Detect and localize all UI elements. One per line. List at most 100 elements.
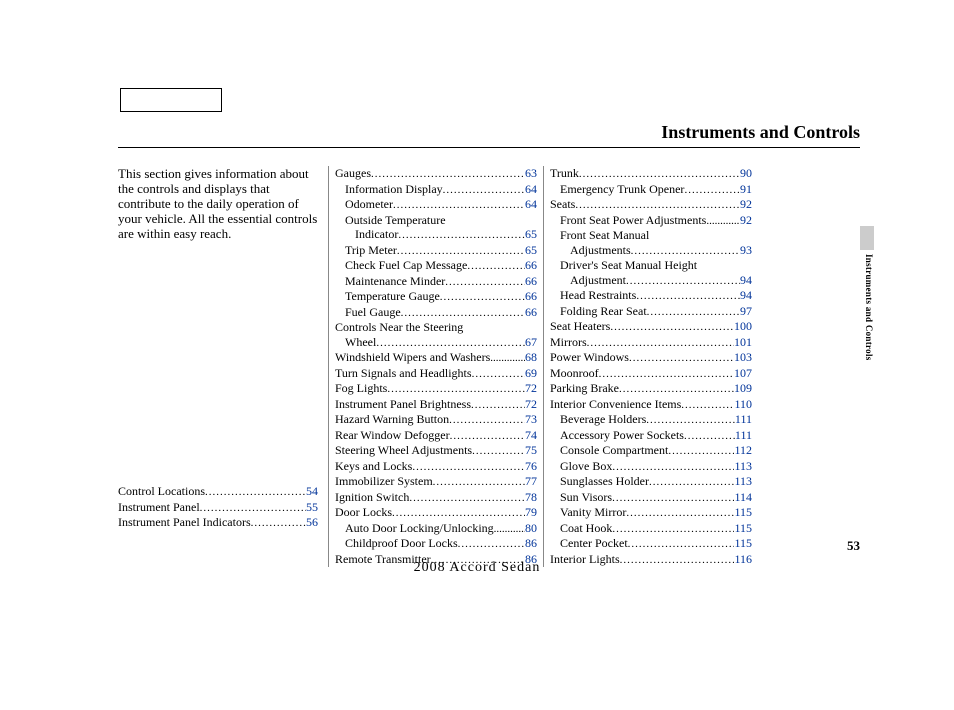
toc-page-link[interactable]: 66 xyxy=(525,289,537,304)
toc-entry-label: Information Display xyxy=(345,182,443,197)
toc-entry-label: Ignition Switch xyxy=(335,490,409,505)
toc-entry: Interior Convenience Items 110 xyxy=(550,397,752,413)
toc-page-link[interactable]: 91 xyxy=(740,182,752,197)
toc-leader-dots xyxy=(681,397,734,413)
toc-page-link[interactable]: 69 xyxy=(525,366,537,381)
toc-page-link[interactable]: 115 xyxy=(734,505,752,520)
toc-page-link[interactable]: 75 xyxy=(525,443,537,458)
column-2: Gauges 63Information Display 64Odometer … xyxy=(328,166,543,567)
toc-entry: Console Compartment 112 xyxy=(550,443,752,459)
toc-entry-label: Glove Box xyxy=(560,459,612,474)
toc-page-link[interactable]: 97 xyxy=(740,304,752,319)
toc-entry-label: Accessory Power Sockets xyxy=(560,428,684,443)
toc-page-link[interactable]: 93 xyxy=(740,243,752,258)
toc-leader-dots xyxy=(610,319,734,335)
toc-entry: Front Seat Manual xyxy=(550,228,752,243)
toc-page-link[interactable]: 94 xyxy=(740,288,752,303)
toc-entry-label: Gauges xyxy=(335,166,371,181)
toc-page-link[interactable]: 115 xyxy=(734,521,752,536)
toc-entry-label: Coat Hook xyxy=(560,521,612,536)
toc-page-link[interactable]: 66 xyxy=(525,258,537,273)
toc-page-link[interactable]: 77 xyxy=(525,474,537,489)
toc-entry: Gauges 63 xyxy=(335,166,537,182)
toc-page-link[interactable]: 92 xyxy=(740,197,752,212)
toc-page-link[interactable]: 111 xyxy=(735,428,752,443)
toc-page-link[interactable]: 86 xyxy=(525,536,537,551)
toc-page-link[interactable]: 74 xyxy=(525,428,537,443)
toc-page-link[interactable]: 73 xyxy=(525,412,537,427)
toc-page-link[interactable]: 90 xyxy=(740,166,752,181)
toc-page-link[interactable]: 63 xyxy=(525,166,537,181)
toc-page-link[interactable]: 114 xyxy=(734,490,752,505)
toc-entry: Vanity Mirror 115 xyxy=(550,505,752,521)
toc-entry: Moonroof 107 xyxy=(550,366,752,382)
toc-leader-dots xyxy=(387,381,525,397)
toc-entry-label: Check Fuel Cap Message xyxy=(345,258,467,273)
toc-page-link[interactable]: 65 xyxy=(525,243,537,258)
toc-page-link[interactable]: 100 xyxy=(734,319,752,334)
toc-entry: Sun Visors 114 xyxy=(550,490,752,506)
toc-page-link[interactable]: 78 xyxy=(525,490,537,505)
side-tab xyxy=(860,226,874,250)
toc-entry-label: Fog Lights xyxy=(335,381,387,396)
toc-leader-dots xyxy=(684,182,740,198)
toc-page-link[interactable]: 101 xyxy=(734,335,752,350)
toc-page-link[interactable]: 54 xyxy=(306,484,318,499)
toc-page-link[interactable]: 76 xyxy=(525,459,537,474)
toc-entry-label: Parking Brake xyxy=(550,381,619,396)
toc-entry: Hazard Warning Button 73 xyxy=(335,412,537,428)
toc-entry: Turn Signals and Headlights 69 xyxy=(335,366,537,382)
toc-entry-label: Hazard Warning Button xyxy=(335,412,449,427)
toc-leader-dots xyxy=(433,474,525,490)
toc-page-link[interactable]: 115 xyxy=(734,536,752,551)
toc-leader-dots xyxy=(599,366,734,382)
toc-entry: Control Locations 54 xyxy=(118,484,318,500)
toc-page-link[interactable]: 80 xyxy=(525,521,537,536)
toc-entry: Seats 92 xyxy=(550,197,752,213)
toc-page-link[interactable]: 67 xyxy=(525,335,537,350)
toc-entry-label: Steering Wheel Adjustments xyxy=(335,443,472,458)
page-number: 53 xyxy=(847,538,860,554)
toc-leader-dots xyxy=(458,536,525,552)
toc-entry: Head Restraints 94 xyxy=(550,288,752,304)
toc-entry: Immobilizer System 77 xyxy=(335,474,537,490)
column-1: This section gives information about the… xyxy=(118,166,328,567)
toc-entry-label: Fuel Gauge xyxy=(345,305,401,320)
toc-page-link[interactable]: 66 xyxy=(525,274,537,289)
toc-page-link[interactable]: 79 xyxy=(525,505,537,520)
side-section-label: Instruments and Controls xyxy=(862,254,874,361)
toc-entry: Steering Wheel Adjustments 75 xyxy=(335,443,537,459)
toc-leader-dots xyxy=(409,490,525,506)
toc-entry-label: Adjustment xyxy=(570,273,626,288)
toc-page-link[interactable]: 112 xyxy=(734,443,752,458)
toc-page-link[interactable]: 72 xyxy=(525,397,537,412)
toc-page-link[interactable]: 107 xyxy=(734,366,752,381)
toc-page-link[interactable]: 68 xyxy=(525,350,537,365)
toc-entry: Trip Meter 65 xyxy=(335,243,537,259)
toc-page-link[interactable]: 113 xyxy=(734,459,752,474)
toc-page-link[interactable]: 72 xyxy=(525,381,537,396)
toc-leader-dots xyxy=(398,227,525,243)
column-1-spacer xyxy=(118,241,318,484)
toc-page-link[interactable]: 64 xyxy=(525,182,537,197)
toc-page-link[interactable]: 92 xyxy=(740,213,752,228)
toc-page-link[interactable]: 55 xyxy=(306,500,318,515)
toc-page-link[interactable]: 109 xyxy=(734,381,752,396)
toc-page-link[interactable]: 94 xyxy=(740,273,752,288)
toc-page-link[interactable]: 64 xyxy=(525,197,537,212)
toc-leader-dots xyxy=(629,350,734,366)
toc-entry-label: Instrument Panel Indicators xyxy=(118,515,251,530)
toc-page-link[interactable]: 113 xyxy=(734,474,752,489)
toc-page-link[interactable]: 66 xyxy=(525,305,537,320)
toc-page-link[interactable]: 110 xyxy=(734,397,752,412)
toc-entry: Temperature Gauge 66 xyxy=(335,289,537,305)
toc-page-link[interactable]: 111 xyxy=(735,412,752,427)
toc-page-link[interactable]: 65 xyxy=(525,227,537,242)
toc-entry-label: Adjustments xyxy=(570,243,631,258)
toc-page-link[interactable]: 56 xyxy=(306,515,318,530)
column-3-entries: Trunk 90Emergency Trunk Opener 91Seats 9… xyxy=(550,166,752,567)
toc-page-link[interactable]: 103 xyxy=(734,350,752,365)
toc-entry: Power Windows 103 xyxy=(550,350,752,366)
toc-entry-label: Rear Window Defogger xyxy=(335,428,450,443)
toc-entry: Fuel Gauge 66 xyxy=(335,305,537,321)
